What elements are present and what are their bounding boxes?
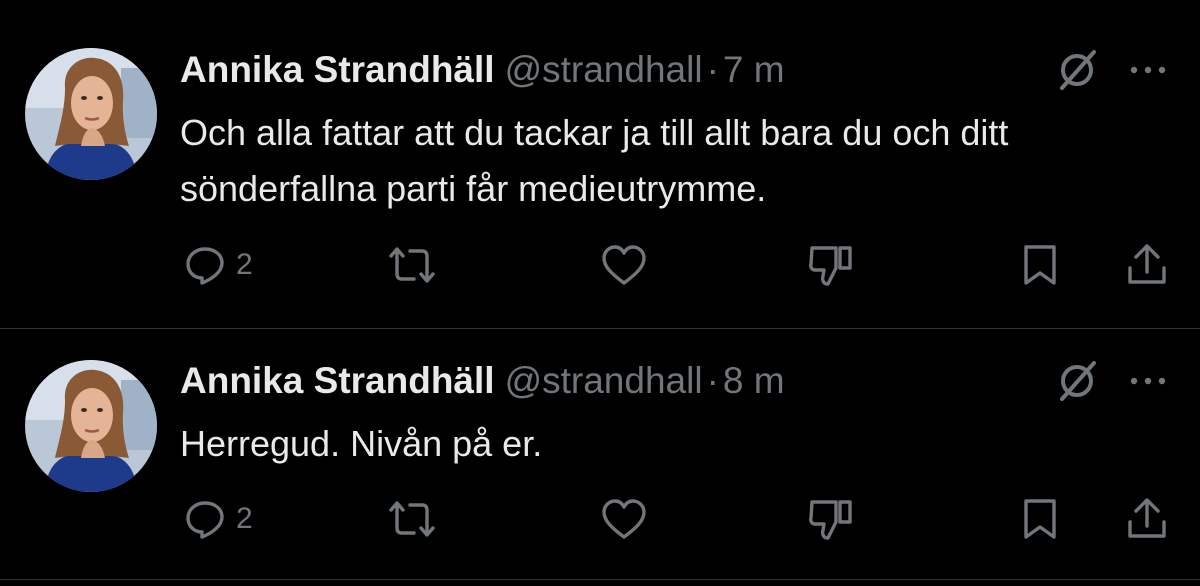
like-icon [602, 499, 646, 539]
author-name[interactable]: Annika Strandhäll [180, 49, 495, 90]
reply-icon [186, 501, 224, 539]
timestamp[interactable]: 7 m [723, 49, 785, 90]
author-handle[interactable]: @strandhall [505, 49, 703, 90]
bookmark-icon [1024, 245, 1056, 285]
avatar-image [25, 360, 157, 492]
timestamp[interactable]: 8 m [723, 360, 785, 401]
separator-dot: · [706, 360, 719, 401]
avatar[interactable] [25, 360, 157, 492]
reply-icon [186, 247, 224, 285]
tweet-header: Annika Strandhäll @strandhall · 8 m [180, 359, 785, 403]
author-handle[interactable]: @strandhall [505, 360, 703, 401]
retweet-button[interactable] [386, 494, 438, 544]
reply-count: 2 [236, 248, 253, 281]
retweet-icon [389, 247, 435, 283]
downvote-button[interactable] [806, 494, 854, 544]
share-icon [1128, 244, 1166, 284]
more-icon[interactable] [1128, 371, 1168, 391]
separator-dot: · [706, 49, 719, 90]
tweet-text: Herregud. Nivån på er. [180, 423, 543, 464]
author-name[interactable]: Annika Strandhäll [180, 360, 495, 401]
like-button[interactable] [600, 494, 648, 544]
grok-icon[interactable] [1056, 359, 1098, 403]
avatar-image [25, 48, 157, 180]
bookmark-button[interactable] [1020, 494, 1060, 544]
reply-count: 2 [236, 502, 253, 535]
retweet-button[interactable] [386, 240, 438, 290]
reply-button[interactable]: 2 [184, 240, 253, 290]
bookmark-button[interactable] [1020, 240, 1060, 290]
downvote-button[interactable] [806, 240, 854, 290]
share-icon [1128, 498, 1166, 538]
tweet-header: Annika Strandhäll @strandhall · 7 m [180, 48, 785, 92]
like-icon [602, 245, 646, 285]
retweet-icon [389, 501, 435, 537]
tweet-text: Och alla fattar att du tackar ja till al… [180, 112, 1009, 209]
share-button[interactable] [1124, 494, 1170, 544]
reply-button[interactable]: 2 [184, 494, 253, 544]
bookmark-icon [1024, 499, 1056, 539]
tweet[interactable]: Annika Strandhäll @strandhall · 8 m Herregu… [0, 329, 1200, 579]
downvote-icon [809, 500, 852, 540]
tweet-divider [0, 579, 1200, 580]
avatar[interactable] [25, 48, 157, 180]
like-button[interactable] [600, 240, 648, 290]
more-icon[interactable] [1128, 60, 1168, 80]
grok-icon[interactable] [1056, 48, 1098, 92]
downvote-icon [809, 246, 852, 286]
tweet[interactable]: Annika Strandhäll @strandhall · 7 m Och all… [0, 0, 1200, 328]
share-button[interactable] [1124, 240, 1170, 290]
